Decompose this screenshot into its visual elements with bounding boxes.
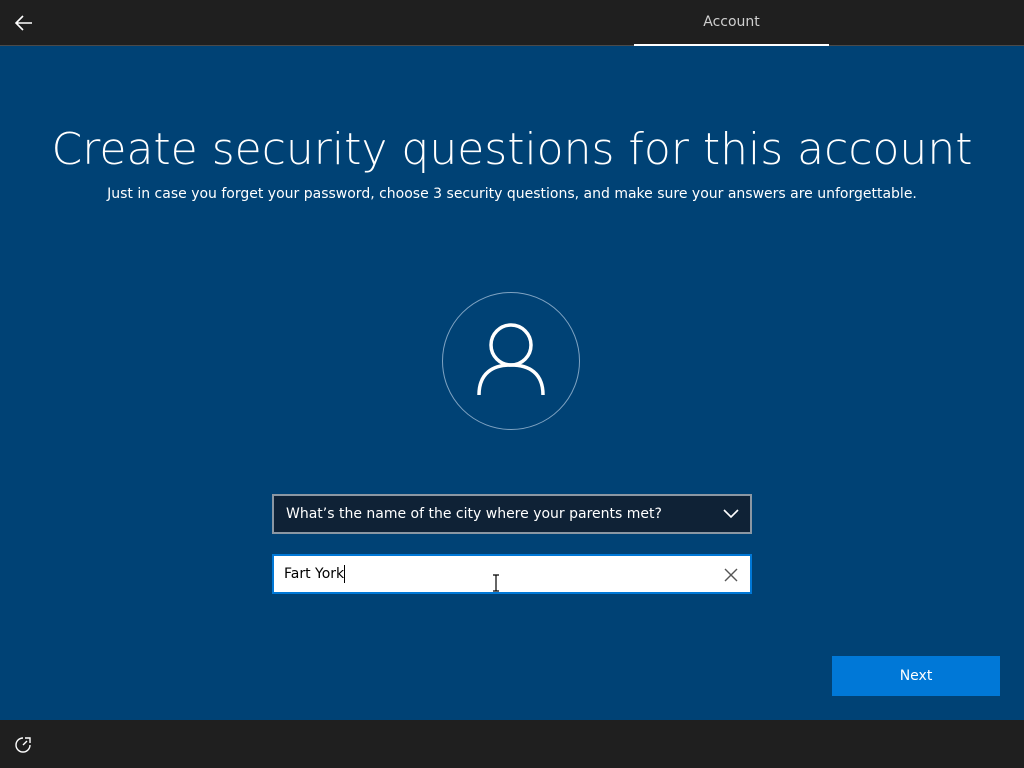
next-button[interactable]: Next — [832, 656, 1000, 696]
text-caret — [344, 565, 346, 583]
chevron-down-icon — [723, 509, 739, 519]
tab-account[interactable]: Account — [634, 0, 829, 46]
mouse-cursor-icon — [493, 574, 499, 592]
user-icon — [477, 323, 545, 396]
avatar — [442, 292, 580, 430]
page-title: Create security questions for this accou… — [51, 124, 973, 175]
close-icon — [724, 568, 738, 582]
clear-button[interactable] — [720, 564, 742, 586]
top-bar: Account — [0, 0, 1024, 46]
arrow-left-icon — [14, 15, 32, 31]
security-question-dropdown[interactable]: What’s the name of the city where your p… — [272, 494, 752, 534]
security-answer-value: Fart York — [284, 566, 345, 582]
page-subtitle: Just in case you forget your password, c… — [107, 186, 917, 202]
security-answer-input[interactable]: Fart York — [272, 554, 752, 594]
ease-of-access-icon — [15, 737, 31, 753]
security-question-value: What’s the name of the city where your p… — [286, 506, 662, 522]
back-button[interactable] — [8, 7, 40, 39]
main-panel: Create security questions for this accou… — [0, 46, 1024, 720]
bottom-bar — [0, 720, 1024, 768]
ease-of-access-button[interactable] — [12, 734, 34, 756]
